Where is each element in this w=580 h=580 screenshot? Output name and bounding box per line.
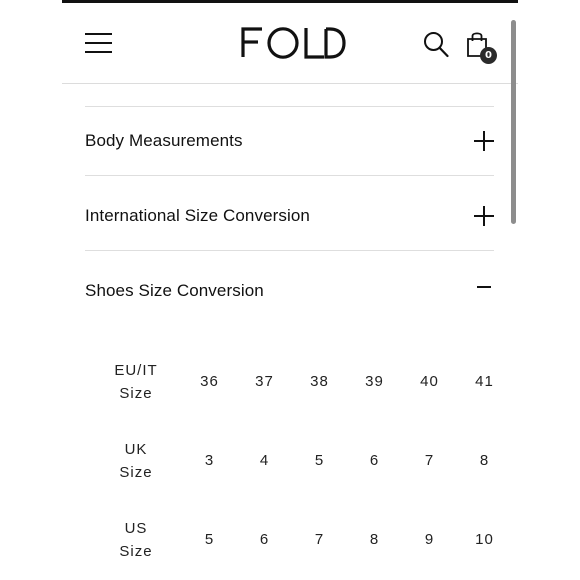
cart-count-badge: 0 (480, 47, 497, 64)
size-cell: 7 (314, 531, 325, 548)
row-header-line: EU/IT (114, 361, 158, 379)
size-cell: 6 (259, 531, 270, 548)
accordion-shoes-size-conversion[interactable]: Shoes Size Conversion (85, 271, 495, 311)
size-cell: 3 (204, 452, 215, 469)
row-header: EU/IT Size (90, 342, 182, 421)
row-header-line: US (124, 519, 148, 537)
size-cell: 6 (369, 452, 380, 469)
search-button[interactable] (423, 31, 449, 59)
size-cell: 5 (314, 452, 325, 469)
size-cell: 40 (420, 373, 439, 390)
shoe-size-table: EU/IT Size 36 37 38 39 40 41 UK Size 3 4… (90, 342, 512, 579)
size-cell: 8 (369, 531, 380, 548)
accordion-label: Body Measurements (85, 131, 243, 150)
divider (85, 106, 494, 107)
size-cell: 8 (479, 452, 490, 469)
row-header: UK Size (90, 421, 182, 500)
accordion-label: Shoes Size Conversion (85, 281, 264, 300)
size-cell: 9 (424, 531, 435, 548)
minus-icon[interactable] (473, 280, 495, 302)
row-header: US Size (90, 500, 182, 579)
fold-logo-mark (241, 27, 346, 59)
size-cell: 38 (310, 373, 329, 390)
row-header-line: UK (124, 440, 148, 458)
size-cell: 4 (259, 452, 270, 469)
divider (85, 250, 494, 251)
hamburger-menu-icon[interactable] (85, 33, 112, 53)
size-cell: 37 (255, 373, 274, 390)
table-row: US Size 5 6 7 8 9 10 (90, 500, 512, 579)
site-header: 0 (62, 3, 518, 84)
accordion-label: International Size Conversion (85, 206, 310, 225)
plus-icon[interactable] (473, 205, 495, 227)
size-cell: 36 (200, 373, 219, 390)
plus-icon[interactable] (473, 130, 495, 152)
row-header-line: Size (119, 463, 153, 481)
divider (85, 175, 494, 176)
search-icon (424, 32, 449, 58)
size-cell: 41 (475, 373, 494, 390)
row-header-line: Size (119, 384, 153, 402)
brand-logo[interactable] (212, 21, 372, 65)
size-cell: 39 (365, 373, 384, 390)
accordion-body-measurements[interactable]: Body Measurements (85, 121, 495, 161)
size-cell: 7 (424, 452, 435, 469)
table-row: UK Size 3 4 5 6 7 8 (90, 421, 512, 500)
table-row: EU/IT Size 36 37 38 39 40 41 (90, 342, 512, 421)
accordion-international-size-conversion[interactable]: International Size Conversion (85, 196, 495, 236)
size-cell: 10 (475, 531, 494, 548)
size-cell: 5 (204, 531, 215, 548)
mobile-page: 0 Body Measurements International Size C… (62, 0, 518, 580)
scrollbar[interactable] (511, 20, 516, 224)
cart-button[interactable]: 0 (466, 30, 498, 64)
row-header-line: Size (119, 542, 153, 560)
